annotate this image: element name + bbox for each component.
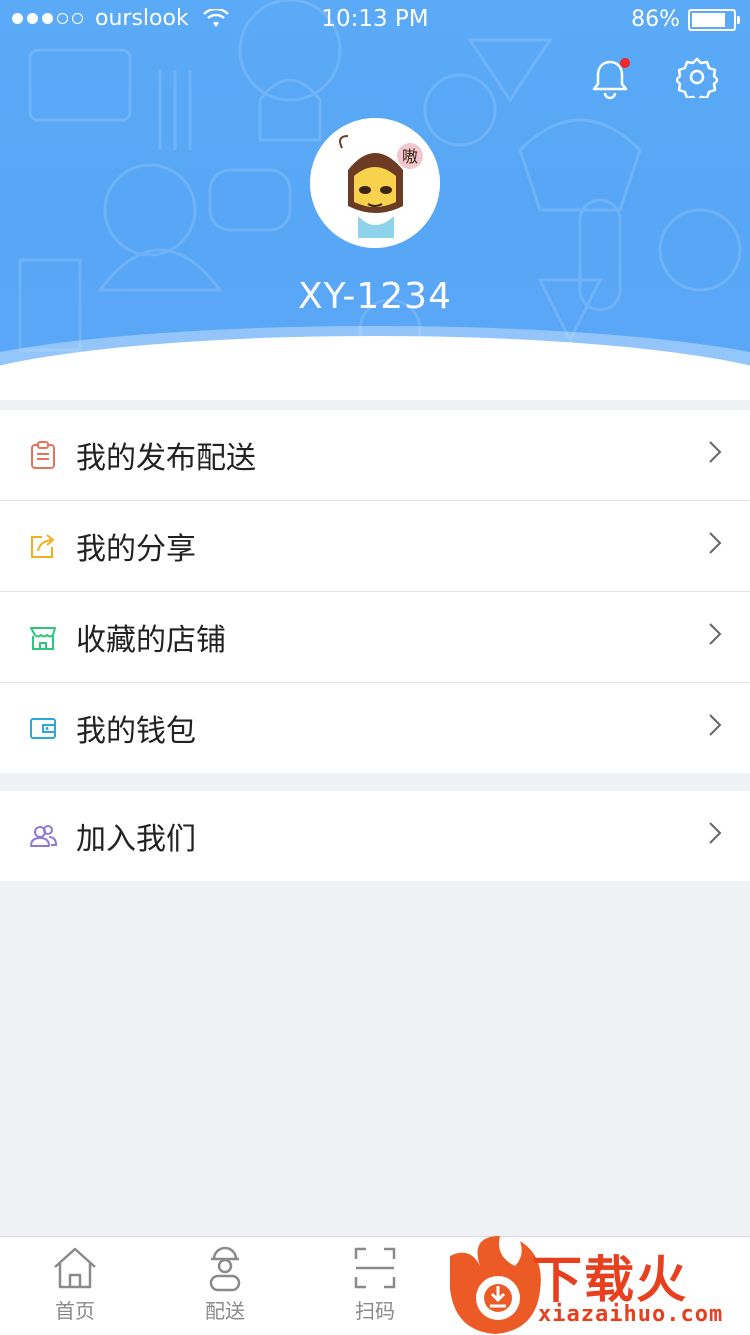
share-icon [31, 534, 55, 558]
menu-item-label: 我的钱包 [76, 714, 196, 749]
menu-item-join-us[interactable]: 加入我们 [0, 791, 750, 881]
status-bar: ourslook 10:13 PM 86% [0, 0, 750, 40]
menu-item-label: 收藏的店铺 [76, 623, 226, 658]
courier-icon [209, 1246, 241, 1292]
chevron-right-icon [709, 532, 722, 554]
chevron-right-icon [709, 822, 722, 844]
tab-label: 配送 [205, 1299, 245, 1323]
tab-delivery[interactable]: 配送 [150, 1237, 300, 1335]
battery-percent: 86% [631, 7, 680, 32]
tab-home[interactable]: 首页 [0, 1237, 150, 1335]
username: XY-1234 [298, 276, 452, 317]
users-icon [30, 825, 58, 847]
scan-icon [354, 1247, 396, 1289]
battery-status: 86% [631, 7, 740, 32]
watermark-domain: xiazaihuo.com [538, 1302, 724, 1327]
menu-item-my-deliveries[interactable]: 我的发布配送 [0, 410, 750, 501]
menu-item-label: 我的发布配送 [76, 441, 256, 476]
menu-item-my-wallet[interactable]: 我的钱包 [0, 683, 750, 773]
chevron-right-icon [709, 441, 722, 463]
chevron-right-icon [709, 623, 722, 645]
wallet-icon [30, 718, 56, 739]
menu-item-my-shares[interactable]: 我的分享 [0, 501, 750, 592]
home-icon [54, 1247, 96, 1289]
avatar-image: 嗷 [310, 118, 440, 248]
tab-label: 首页 [55, 1299, 95, 1323]
tab-scan[interactable]: 扫码 [300, 1237, 450, 1335]
store-icon [30, 627, 56, 650]
menu-item-label: 我的分享 [76, 532, 196, 567]
avatar[interactable]: 嗷 [310, 118, 440, 248]
watermark: 下载火 xiazaihuo.com [440, 1236, 750, 1334]
menu-group-secondary: 加入我们 [0, 791, 750, 881]
settings-button[interactable] [674, 56, 720, 103]
menu-group-primary: 我的发布配送 我的分享 收藏的店铺 我的钱包 [0, 410, 750, 773]
tab-label: 扫码 [355, 1299, 395, 1323]
notification-button[interactable] [588, 56, 632, 100]
avatar-badge-text: 嗷 [402, 147, 418, 166]
gear-icon [674, 57, 720, 103]
menu-item-favorite-stores[interactable]: 收藏的店铺 [0, 592, 750, 683]
notification-badge [620, 58, 630, 68]
chevron-right-icon [709, 714, 722, 736]
menu-item-label: 加入我们 [76, 822, 196, 857]
clipboard-icon [31, 441, 55, 469]
battery-icon [688, 8, 740, 31]
